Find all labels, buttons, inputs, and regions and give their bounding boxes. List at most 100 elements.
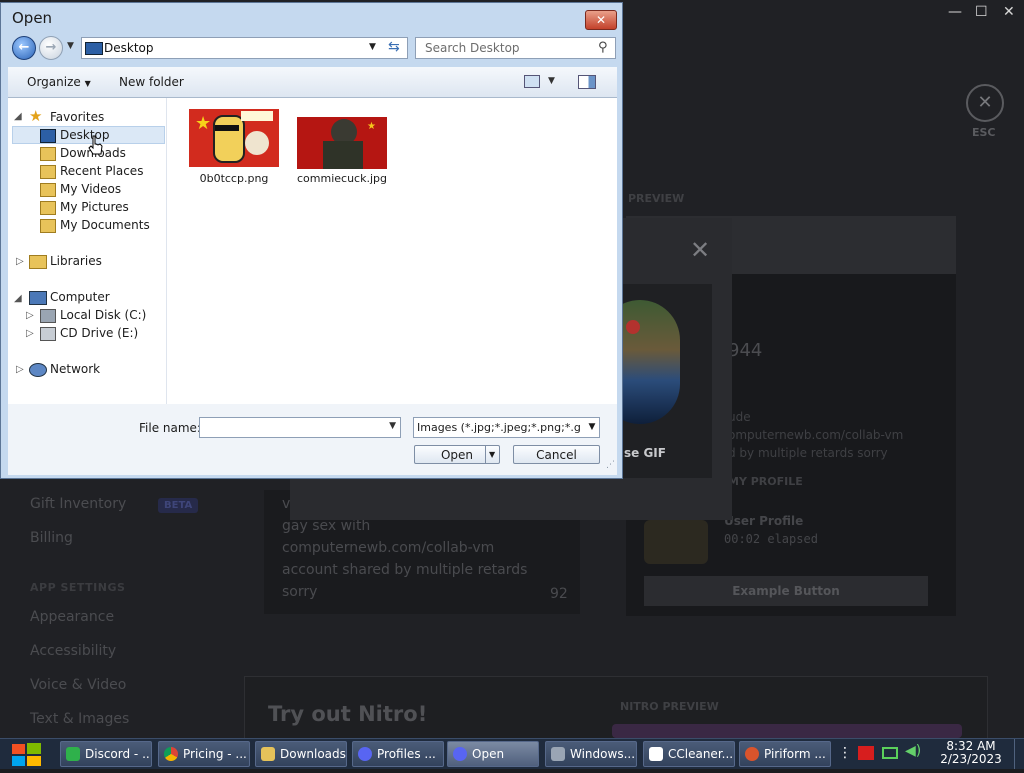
volume-icon[interactable]: ◀) [905,743,921,759]
network-icon [29,363,47,377]
bio-line: computernewb.com/collab-vm [282,540,495,556]
search-placeholder: Search Desktop [425,41,520,55]
document-icon [649,747,663,761]
cancel-button[interactable]: Cancel [513,445,600,464]
show-desktop-button[interactable] [1014,739,1024,769]
sidebar-item-billing[interactable]: Billing [30,530,73,546]
profile-line: omputernewb.com/collab-vm [728,428,904,442]
recent-places-icon [40,165,56,179]
new-folder-button[interactable]: New folder [119,75,184,89]
refresh-icon[interactable]: ⇆ [388,39,400,55]
maximize-button[interactable]: ☐ [975,4,988,20]
file-name-input[interactable]: ▼ [199,417,401,438]
close-settings-button[interactable]: ✕ [966,84,1004,122]
change-view-icon[interactable] [524,75,540,88]
file-list: ★ 0b0tccp.png ★ commiecuck.jpg [168,98,617,404]
taskbar-discord-profiles[interactable]: Profiles ... [352,741,444,767]
file-type-select[interactable]: Images (*.jpg;*.jpeg;*.png;*.g ▼ [413,417,600,438]
nav-item-my-documents[interactable]: My Documents [60,218,150,232]
preview-pane-icon[interactable] [578,75,596,89]
sunglasses [215,125,239,131]
ice-cream [245,131,269,155]
network-status-icon[interactable] [882,747,898,759]
address-bar[interactable]: Desktop ▼ ⇆ [81,37,408,59]
file-name-label: File name: [139,421,201,435]
profile-discriminator: 944 [728,340,763,361]
search-icon[interactable]: ⚲ [598,40,608,55]
avatar-detail [626,320,640,334]
expand-icon[interactable]: ▷ [26,328,34,339]
nav-item-recent-places[interactable]: Recent Places [60,164,143,178]
organize-button[interactable]: Organize ▼ [27,75,91,89]
file-type-dropdown-icon[interactable]: ▼ [585,418,599,437]
minimize-button[interactable]: — [948,4,962,20]
taskbar-piriform[interactable]: Piriform ... [739,741,831,767]
modal-close-icon[interactable]: ✕ [690,236,710,264]
file-name-label[interactable]: 0b0tccp.png [179,172,289,185]
sidebar-item-text-images[interactable]: Text & Images [30,711,129,727]
star-icon: ★ [29,107,43,125]
resize-grip-icon[interactable]: ⋰ [606,460,615,470]
start-button[interactable] [8,739,46,769]
activity-image [644,520,708,564]
file-thumbnail-0b0tccp[interactable]: ★ [189,109,279,167]
taskbar-chrome-pricing[interactable]: Pricing - ... [158,741,250,767]
cd-drive-icon [40,327,56,341]
recent-pages-dropdown-icon[interactable]: ▼ [67,41,74,51]
discord-icon [453,747,467,761]
show-more-icon[interactable]: ⋮ [838,745,852,761]
expand-icon[interactable]: ▷ [26,310,34,321]
esc-label: ESC [972,126,996,139]
nav-item-favorites[interactable]: Favorites [50,110,104,124]
taskbar: Discord - ... Pricing - ... Downloads Pr… [0,738,1024,769]
nav-item-cd-drive[interactable]: CD Drive (E:) [60,326,138,340]
close-window-button[interactable]: ✕ [1003,4,1015,20]
libraries-icon [29,255,47,269]
expand-icon[interactable]: ▷ [16,364,24,375]
collapse-icon[interactable]: ◢ [14,111,22,122]
nitro-preview-banner [612,724,962,738]
activity-elapsed: 00:02 elapsed [724,532,818,546]
address-dropdown-icon[interactable]: ▼ [369,42,376,52]
taskbar-windows[interactable]: Windows... [545,741,637,767]
sidebar-item-gift-inventory[interactable]: Gift Inventory [30,496,126,512]
sidebar-item-voice-video[interactable]: Voice & Video [30,677,126,693]
view-dropdown-icon[interactable]: ▼ [548,76,555,86]
collapse-icon[interactable]: ◢ [14,293,22,304]
cartoon-face [213,115,245,163]
nav-item-local-disk[interactable]: Local Disk (C:) [60,308,146,322]
taskbar-open-dialog[interactable]: Open [447,741,539,767]
search-input[interactable]: Search Desktop ⚲ [415,37,616,59]
portrait-body [323,141,363,169]
chat-app-icon [66,747,80,761]
action-center-flag-icon[interactable] [858,746,874,760]
dialog-close-button[interactable]: ✕ [585,10,617,30]
taskbar-downloads[interactable]: Downloads [255,741,347,767]
choose-gif-label: se GIF [624,446,666,460]
example-button[interactable]: Example Button [644,576,928,606]
windows-logo-icon [12,743,41,766]
file-name-label[interactable]: commiecuck.jpg [287,172,397,185]
clock-date: 2/23/2023 [940,752,1002,766]
forward-button[interactable]: → [39,36,63,60]
nav-item-libraries[interactable]: Libraries [50,254,102,268]
nav-item-computer[interactable]: Computer [50,290,110,304]
sidebar-item-accessibility[interactable]: Accessibility [30,643,116,659]
clock[interactable]: 8:32 AM 2/23/2023 [936,740,1006,766]
nav-item-my-videos[interactable]: My Videos [60,182,121,196]
star-icon: ★ [367,121,376,132]
taskbar-ccleaner[interactable]: CCleaner... [643,741,735,767]
sidebar-item-appearance[interactable]: Appearance [30,609,114,625]
expand-icon[interactable]: ▷ [16,256,24,267]
speech-bubble [241,111,273,121]
nitro-preview-label: NITRO PREVIEW [620,700,719,713]
file-name-dropdown-icon[interactable]: ▼ [389,421,396,431]
bio-char-count: 92 [550,586,568,602]
file-thumbnail-commiecuck[interactable]: ★ [297,117,387,169]
nav-item-my-pictures[interactable]: My Pictures [60,200,129,214]
taskbar-discord-chat[interactable]: Discord - ... [60,741,152,767]
back-button[interactable]: ← [12,36,36,60]
open-button[interactable]: Open ▼ [414,445,500,464]
nav-item-network[interactable]: Network [50,362,100,376]
open-options-dropdown-icon[interactable]: ▼ [485,446,495,464]
